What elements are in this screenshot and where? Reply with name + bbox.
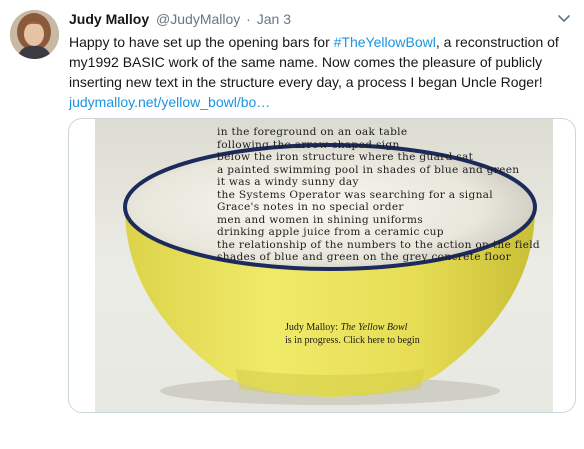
chevron-down-icon bbox=[558, 15, 570, 22]
caption-title: The Yellow Bowl bbox=[340, 322, 408, 333]
tweet-timestamp[interactable]: Jan 3 bbox=[257, 11, 291, 27]
card-image[interactable]: in the foreground on an oak table follow… bbox=[95, 119, 553, 412]
poem-line: drinking apple juice from a ceramic cup bbox=[217, 226, 444, 238]
poem-line: the Systems Operator was searching for a… bbox=[217, 188, 493, 201]
poem-line: the relationship of the numbers to the a… bbox=[217, 238, 541, 251]
tweet-menu-button[interactable] bbox=[555, 10, 573, 28]
author-handle[interactable]: @JudyMalloy bbox=[156, 11, 240, 27]
poem-line: in the foreground on an oak table bbox=[217, 126, 408, 138]
poem-line: following the arrow-shaped sign bbox=[217, 138, 400, 151]
poem-line: below the iron structure where the guard… bbox=[217, 151, 474, 163]
tweet-text: Happy to have set up the opening bars fo… bbox=[69, 32, 569, 112]
poem-line: it was a windy sunny day bbox=[217, 176, 359, 188]
link-preview-card[interactable]: in the foreground on an oak table follow… bbox=[68, 118, 576, 413]
header-separator: · bbox=[246, 11, 251, 27]
poem-line: men and women in shining uniforms bbox=[217, 213, 423, 226]
card-caption[interactable]: Judy Malloy: The Yellow Bowl is in progr… bbox=[285, 321, 420, 347]
hashtag-link[interactable]: #TheYellowBowl bbox=[334, 34, 436, 50]
tweet-header: Judy Malloy @JudyMalloy · Jan 3 bbox=[69, 10, 291, 28]
author-display-name[interactable]: Judy Malloy bbox=[69, 11, 149, 27]
poem-line: Grace's notes in no special order bbox=[217, 201, 404, 213]
url-link[interactable]: judymalloy.net/yellow_bowl/bo… bbox=[69, 94, 270, 110]
tweet-text-part1: Happy to have set up the opening bars fo… bbox=[69, 34, 334, 50]
avatar-photo bbox=[10, 10, 59, 59]
poem-line: shades of blue and green on the grey con… bbox=[217, 251, 512, 263]
poem-line: a painted swimming pool in shades of blu… bbox=[217, 163, 520, 176]
avatar[interactable] bbox=[10, 10, 59, 59]
caption-line2: is in progress. Click here to begin bbox=[285, 335, 420, 346]
poem-text: in the foreground on an oak table follow… bbox=[217, 126, 540, 264]
caption-author: Judy Malloy: bbox=[285, 322, 341, 333]
